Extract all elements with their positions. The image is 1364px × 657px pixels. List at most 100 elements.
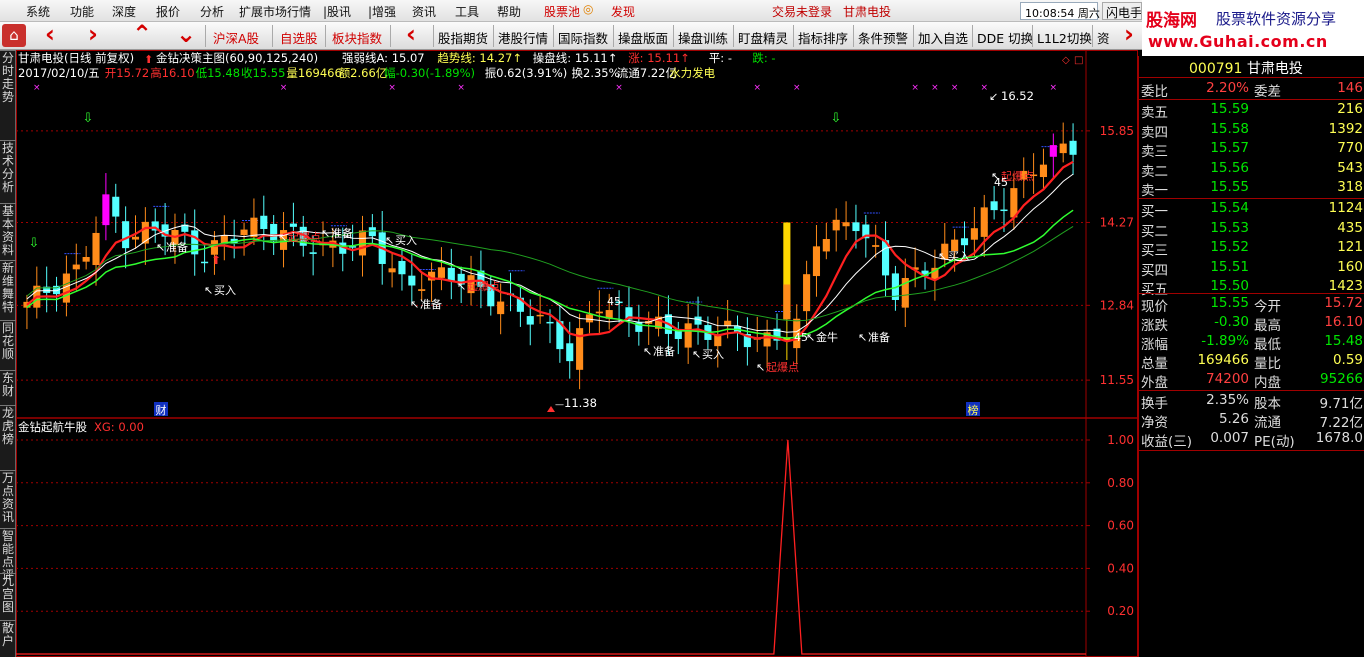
- menu-1[interactable]: 功能: [70, 3, 94, 20]
- sub-value: XG: 0.00: [94, 420, 144, 434]
- toolbar-item-1[interactable]: 港股行情: [498, 28, 548, 47]
- toolbar: ⌂ ‹ › ⌃ ⌄ ‹ › 沪深A股 自选股 板块指数 股指期货 港股行情 国际指数 操盘版面 操盘训练盯…: [0, 20, 1142, 50]
- ohlc-value-3: 低15.48: [196, 66, 240, 80]
- toolbar-tab-0[interactable]: 沪深A股: [213, 28, 259, 47]
- ohlc-value-8: 振0.62(3.91%): [485, 66, 568, 80]
- weibi-row[interactable]: 委比 2.20% 委差 146: [1139, 80, 1364, 100]
- toolbar-item-8[interactable]: 加入自选: [918, 28, 968, 47]
- bid-row-2-value2: 121: [1337, 239, 1363, 255]
- toolbar-divider: [673, 25, 674, 47]
- candle-body: [1069, 140, 1077, 155]
- candle-body: [497, 301, 505, 315]
- toolbar-item-9[interactable]: DDE 切换: [977, 28, 1033, 47]
- ask-row-2[interactable]: 卖三 15.57 770: [1139, 140, 1364, 160]
- menu-0[interactable]: 系统: [26, 3, 50, 20]
- stat2-row-1[interactable]: 净资 5.26 流通 7.22亿: [1139, 411, 1364, 431]
- menu-8[interactable]: 资讯: [412, 3, 436, 20]
- ask-row-1[interactable]: 卖四 15.58 1392: [1139, 121, 1364, 141]
- menu-7[interactable]: |增强: [368, 3, 396, 20]
- sub-tick-label: 0.40: [1107, 561, 1134, 575]
- kline-chart[interactable]: 15.8514.2712.8411.55甘肃电投(日线 前复权) ⬆ 金钻决策主图(…: [16, 50, 1138, 657]
- menu-9[interactable]: 工具: [455, 3, 479, 20]
- scroll-right-icon[interactable]: ›: [1124, 20, 1134, 48]
- left-tab-9[interactable]: 九宫图: [1, 575, 15, 614]
- stock-pool-icon[interactable]: ◎: [583, 2, 593, 16]
- toolbar-tab-1[interactable]: 自选股: [280, 28, 318, 47]
- candle-body: [990, 201, 998, 211]
- bid-row-0[interactable]: 买一 15.54 1124: [1139, 200, 1364, 220]
- toolbar-item-10[interactable]: L1L2切换: [1037, 28, 1092, 47]
- toolbar-item-2[interactable]: 国际指数: [558, 28, 608, 47]
- left-tab-3[interactable]: 新维舞特: [1, 262, 15, 314]
- indicator-value-5: 跌: -: [752, 51, 775, 65]
- menu-5[interactable]: 扩展市场行情: [239, 3, 311, 20]
- stat2-row-2[interactable]: 收益(三) 0.007 PE(动) 1678.0: [1139, 430, 1364, 450]
- left-tab-divider: [0, 528, 16, 529]
- toolbar-divider: [613, 25, 614, 47]
- bid-row-0-label: 买一: [1141, 204, 1168, 220]
- bid-row-3[interactable]: 买四 15.51 160: [1139, 259, 1364, 279]
- ask-row-3[interactable]: 卖二 15.56 543: [1139, 160, 1364, 180]
- menu-10[interactable]: 帮助: [497, 3, 521, 20]
- low-mark: 11.38: [564, 396, 597, 410]
- toolbar-item-11[interactable]: 资: [1097, 28, 1110, 47]
- logo-brand: 股海网: [1146, 11, 1197, 31]
- stat-row-1[interactable]: 涨跌 -0.30 最高 16.10: [1139, 314, 1364, 334]
- ask-row-0[interactable]: 卖五 15.59 216: [1139, 101, 1364, 121]
- scroll-left-icon[interactable]: ‹: [406, 20, 416, 48]
- stat2-row-2-label2: PE(动): [1254, 434, 1295, 450]
- marker-x: ×: [1050, 83, 1058, 93]
- toolbar-item-5[interactable]: 盯盘精灵: [738, 28, 788, 47]
- stat2-row-0-value2: 9.71亿: [1319, 396, 1363, 412]
- stat-row-4[interactable]: 外盘 74200 内盘 95266: [1139, 371, 1364, 391]
- menu-6[interactable]: |股讯: [323, 3, 351, 20]
- toolbar-item-7[interactable]: 条件预警: [858, 28, 908, 47]
- marker-x: ×: [615, 83, 623, 93]
- menu-4[interactable]: 分析: [200, 3, 224, 20]
- toolbar-tab-2[interactable]: 板块指数: [332, 28, 382, 47]
- stock-code-name: 000791 甘肃电投: [1189, 58, 1303, 78]
- candle-body: [250, 217, 258, 238]
- menu-red-1[interactable]: 发现: [611, 3, 635, 20]
- stat2-row-1-value2: 7.22亿: [1319, 415, 1363, 431]
- toolbar-item-4[interactable]: 操盘训练: [678, 28, 728, 47]
- left-tab-2[interactable]: 基本资料: [1, 205, 15, 257]
- axis-tick-label: 11.55: [1100, 373, 1134, 387]
- stat-row-3[interactable]: 总量 169466 量比 0.59: [1139, 352, 1364, 372]
- left-tab-4[interactable]: 同花顺: [1, 322, 15, 361]
- broker-name[interactable]: 甘肃电投: [843, 3, 891, 20]
- bid-row-2[interactable]: 买三 15.52 121: [1139, 239, 1364, 259]
- ask-row-2-value: 15.57: [1210, 140, 1249, 156]
- up-icon[interactable]: ⌃: [132, 20, 152, 48]
- login-status[interactable]: 交易未登录: [772, 3, 832, 20]
- home-icon[interactable]: ⌂: [2, 24, 26, 47]
- toolbar-item-6[interactable]: 指标排序: [798, 28, 848, 47]
- back-icon[interactable]: ‹: [45, 20, 55, 48]
- left-tab-5[interactable]: 东财: [1, 372, 15, 398]
- marker-x: ×: [280, 83, 288, 93]
- candle-body: [842, 222, 850, 227]
- left-tab-0[interactable]: 分时走势: [1, 52, 15, 104]
- stat2-row-0[interactable]: 换手 2.35% 股本 9.71亿: [1139, 392, 1364, 412]
- menu-2[interactable]: 深度: [112, 3, 136, 20]
- left-tab-1[interactable]: 技术分析: [1, 142, 15, 194]
- ask-row-4[interactable]: 卖一 15.55 318: [1139, 179, 1364, 199]
- forward-icon[interactable]: ›: [88, 20, 98, 48]
- signal-zhunbei: 准备: [868, 330, 890, 344]
- left-tab-10[interactable]: 散户: [1, 622, 15, 648]
- toolbar-item-0[interactable]: 股指期货: [438, 28, 488, 47]
- menu-3[interactable]: 报价: [156, 3, 180, 20]
- stat-row-2[interactable]: 涨幅 -1.89% 最低 15.48: [1139, 333, 1364, 353]
- signal-arrow-icon: ↖: [156, 241, 165, 254]
- menu-red-0[interactable]: 股票池: [544, 3, 580, 20]
- flash-trade-button[interactable]: 闪电手: [1102, 2, 1142, 20]
- bid-row-1[interactable]: 买二 15.53 435: [1139, 220, 1364, 240]
- down-arrow-icon: ⇩: [831, 111, 842, 126]
- left-tab-6[interactable]: 龙虎榜: [1, 407, 15, 446]
- toolbar-item-3[interactable]: 操盘版面: [618, 28, 668, 47]
- left-tab-divider: [0, 573, 16, 574]
- stat-row-0[interactable]: 现价 15.55 今开 15.72: [1139, 295, 1364, 315]
- left-tab-7[interactable]: 万点资讯: [1, 472, 15, 524]
- down-icon[interactable]: ⌄: [176, 20, 196, 48]
- indicator-value-2: 操盘线: 15.11↑: [533, 51, 618, 65]
